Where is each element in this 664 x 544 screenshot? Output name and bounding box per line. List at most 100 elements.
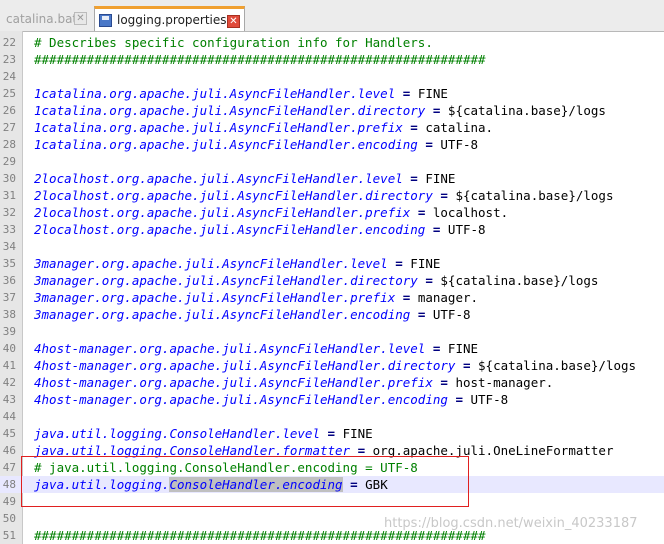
code-token: = xyxy=(395,86,418,101)
code-line[interactable]: 34 xyxy=(0,238,664,255)
code-line[interactable]: 33 2localhost.org.apache.juli.AsyncFileHa… xyxy=(0,221,664,238)
code-line[interactable]: 23 ######################################… xyxy=(0,51,664,68)
line-number: 27 xyxy=(2,121,16,134)
line-number: 37 xyxy=(2,291,16,304)
code-line[interactable]: 47 # java.util.logging.ConsoleHandler.enc… xyxy=(0,459,664,476)
code-token: java.util.logging.ConsoleHandler.formatt… xyxy=(34,443,351,458)
line-content: 3manager.org.apache.juli.AsyncFileHandle… xyxy=(34,289,478,306)
code-token: 4host-manager.org.apache.juli.AsyncFileH… xyxy=(34,358,456,373)
line-content: ########################################… xyxy=(34,51,486,68)
tab-catalina-bat[interactable]: catalina.bat ✕ xyxy=(0,6,91,31)
line-number: 29 xyxy=(2,155,16,168)
code-token: 4host-manager.org.apache.juli.AsyncFileH… xyxy=(34,341,426,356)
code-token: = xyxy=(410,307,433,322)
code-line[interactable]: 45 java.util.logging.ConsoleHandler.level… xyxy=(0,425,664,442)
code-token: FINE xyxy=(417,86,448,101)
code-token: = xyxy=(417,137,441,152)
line-number: 24 xyxy=(2,70,16,83)
code-token: = xyxy=(402,171,426,186)
code-line[interactable]: 40 4host-manager.org.apache.juli.AsyncFil… xyxy=(0,340,664,357)
code-token: = xyxy=(455,358,479,373)
code-token: ${catalina.base}/logs xyxy=(440,273,599,288)
line-content: 1catalina.org.apache.juli.AsyncFileHandl… xyxy=(34,102,606,119)
code-token: localhost. xyxy=(432,205,509,220)
close-icon[interactable]: ✕ xyxy=(227,15,240,28)
line-content: 2localhost.org.apache.juli.AsyncFileHand… xyxy=(34,204,508,221)
line-content: # Describes specific configuration info … xyxy=(34,34,433,51)
code-line[interactable]: 36 3manager.org.apache.juli.AsyncFileHand… xyxy=(0,272,664,289)
line-content: 1catalina.org.apache.juli.AsyncFileHandl… xyxy=(34,119,493,136)
code-line[interactable]: 24 xyxy=(0,68,664,85)
line-content: java.util.logging.ConsoleHandler.formatt… xyxy=(34,442,613,459)
code-token: UTF-8 xyxy=(432,307,471,322)
close-icon[interactable]: ✕ xyxy=(74,12,87,25)
tab-label: logging.properties xyxy=(117,13,227,27)
code-line[interactable]: 29 xyxy=(0,153,664,170)
code-token: = xyxy=(447,392,471,407)
line-number: 49 xyxy=(2,495,16,508)
code-line[interactable]: 41 4host-manager.org.apache.juli.AsyncFil… xyxy=(0,357,664,374)
code-line[interactable]: 35 3manager.org.apache.juli.AsyncFileHand… xyxy=(0,255,664,272)
code-line[interactable]: 30 2localhost.org.apache.juli.AsyncFileHa… xyxy=(0,170,664,187)
line-number: 38 xyxy=(2,308,16,321)
code-token: FINE xyxy=(447,341,479,356)
code-line[interactable]: 22 # Describes specific configuration inf… xyxy=(0,34,664,51)
code-token: # java.util.logging.ConsoleHandler.encod… xyxy=(34,460,418,475)
code-token: 2localhost.org.apache.juli.AsyncFileHand… xyxy=(34,222,426,237)
code-token: = xyxy=(432,188,456,203)
code-token: GBK xyxy=(365,477,388,492)
line-content: 2localhost.org.apache.juli.AsyncFileHand… xyxy=(34,170,455,187)
line-content: 4host-manager.org.apache.juli.AsyncFileH… xyxy=(34,357,636,374)
code-token: = xyxy=(350,443,373,458)
line-number: 36 xyxy=(2,274,16,287)
code-line[interactable]: 27 1catalina.org.apache.juli.AsyncFileHan… xyxy=(0,119,664,136)
code-token: ########################################… xyxy=(34,52,486,67)
line-content: java.util.logging.ConsoleHandler.encodin… xyxy=(34,476,388,493)
code-line[interactable]: 32 2localhost.org.apache.juli.AsyncFileHa… xyxy=(0,204,664,221)
code-token: 1catalina.org.apache.juli.AsyncFileHandl… xyxy=(34,103,426,118)
line-number: 50 xyxy=(2,512,16,525)
code-token: FINE xyxy=(425,171,456,186)
code-token: = xyxy=(395,290,418,305)
code-token: FINE xyxy=(342,426,373,441)
code-line[interactable]: 39 xyxy=(0,323,664,340)
code-line[interactable]: 38 3manager.org.apache.juli.AsyncFileHand… xyxy=(0,306,664,323)
code-token: 3manager.org.apache.juli.AsyncFileHandle… xyxy=(34,256,388,271)
code-token: 1catalina.org.apache.juli.AsyncFileHandl… xyxy=(34,120,403,135)
code-line[interactable]: 31 2localhost.org.apache.juli.AsyncFileHa… xyxy=(0,187,664,204)
line-number: 43 xyxy=(2,393,16,406)
line-number: 35 xyxy=(2,257,16,270)
code-line[interactable]: 48 java.util.logging.ConsoleHandler.encod… xyxy=(0,476,664,493)
code-token: UTF-8 xyxy=(440,137,479,152)
code-token: = xyxy=(425,103,448,118)
line-content: 2localhost.org.apache.juli.AsyncFileHand… xyxy=(34,187,613,204)
tab-logging-properties[interactable]: logging.properties ✕ xyxy=(94,6,245,31)
code-line[interactable]: 49 xyxy=(0,493,664,510)
code-line[interactable]: 37 3manager.org.apache.juli.AsyncFileHand… xyxy=(0,289,664,306)
line-number: 47 xyxy=(2,461,16,474)
code-token: = xyxy=(432,375,456,390)
code-token: = xyxy=(425,341,448,356)
line-number: 30 xyxy=(2,172,16,185)
code-line[interactable]: 46 java.util.logging.ConsoleHandler.forma… xyxy=(0,442,664,459)
code-line[interactable]: 42 4host-manager.org.apache.juli.AsyncFil… xyxy=(0,374,664,391)
code-token: 4host-manager.org.apache.juli.AsyncFileH… xyxy=(34,392,448,407)
line-number: 44 xyxy=(2,410,16,423)
code-token: FINE xyxy=(410,256,441,271)
code-token: ${catalina.base}/logs xyxy=(478,358,637,373)
code-line[interactable]: 25 1catalina.org.apache.juli.AsyncFileHan… xyxy=(0,85,664,102)
code-token: org.apache.juli.OneLineFormatter xyxy=(372,443,614,458)
code-line[interactable]: 44 xyxy=(0,408,664,425)
code-token: = xyxy=(417,273,441,288)
code-line[interactable]: 28 1catalina.org.apache.juli.AsyncFileHan… xyxy=(0,136,664,153)
code-line[interactable]: 26 1catalina.org.apache.juli.AsyncFileHan… xyxy=(0,102,664,119)
line-number: 26 xyxy=(2,104,16,117)
line-number: 23 xyxy=(2,53,16,66)
line-number: 34 xyxy=(2,240,16,253)
line-number: 45 xyxy=(2,427,16,440)
code-token: java.util.logging. xyxy=(34,477,170,492)
line-content: java.util.logging.ConsoleHandler.level =… xyxy=(34,425,373,442)
code-line[interactable]: 43 4host-manager.org.apache.juli.AsyncFil… xyxy=(0,391,664,408)
tab-label: catalina.bat xyxy=(6,11,78,26)
code-token: # Describes specific configuration info … xyxy=(34,35,433,50)
